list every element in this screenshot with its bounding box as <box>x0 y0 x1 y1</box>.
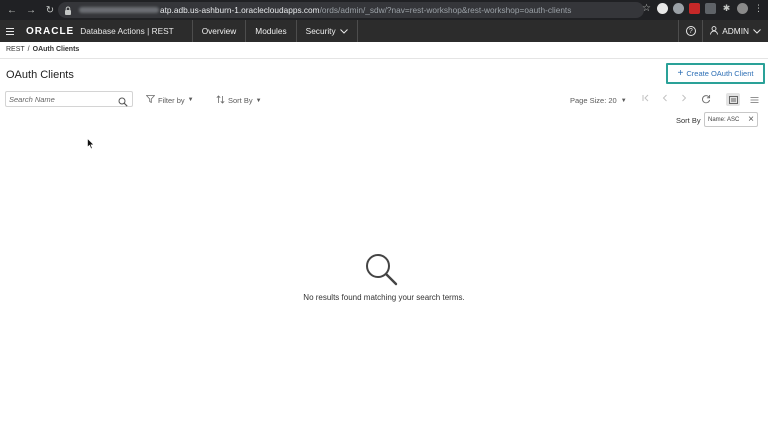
create-button-highlight: + Create OAuth Client <box>666 63 765 84</box>
extension-icon-4[interactable] <box>705 3 716 14</box>
sort-chip-label: Name: ASC <box>708 116 740 123</box>
hamburger-menu-icon[interactable] <box>6 27 20 35</box>
profile-avatar-icon[interactable] <box>737 3 748 14</box>
puzzle-icon[interactable]: ✱ <box>721 3 732 14</box>
help-icon: ? <box>685 26 696 36</box>
pagination-controls <box>642 94 688 104</box>
first-page-icon[interactable] <box>642 94 650 104</box>
sort-chip: Name: ASC × <box>704 112 758 127</box>
url-host: atp.adb.us-ashburn-1.oraclecloudapps.com <box>160 5 320 15</box>
tab-modules-label: Modules <box>255 26 287 36</box>
tab-security-label: Security <box>305 26 336 36</box>
header-divider <box>0 58 768 59</box>
page-size-label: Page Size: 20 <box>570 96 617 105</box>
card-view-toggle[interactable] <box>726 93 740 106</box>
sort-arrows-icon <box>216 95 225 106</box>
tab-security[interactable]: Security <box>295 20 358 42</box>
help-button[interactable]: ? <box>678 20 702 42</box>
more-vertical-icon[interactable]: ⋮ <box>753 3 764 14</box>
back-arrow-icon[interactable]: ← <box>5 3 19 17</box>
oracle-logo: ORACLE <box>26 25 75 37</box>
card-view-icon <box>728 91 738 109</box>
list-view-toggle[interactable] <box>747 93 761 106</box>
breadcrumb: REST / OAuth Clients <box>6 46 79 53</box>
tab-overview-label: Overview <box>201 26 237 36</box>
reload-icon[interactable]: ↻ <box>43 3 57 17</box>
tab-overview[interactable]: Overview <box>191 20 246 42</box>
next-page-icon[interactable] <box>680 94 688 104</box>
filter-by-label: Filter by <box>158 95 185 105</box>
search-field[interactable] <box>5 91 133 107</box>
forward-arrow-icon[interactable]: → <box>24 3 38 17</box>
previous-page-icon[interactable] <box>661 94 669 104</box>
create-oauth-client-label: Create OAuth Client <box>686 69 754 78</box>
chevron-down-icon <box>339 26 348 36</box>
product-name: Database Actions | REST <box>80 26 174 36</box>
extension-icon-1[interactable] <box>657 3 668 14</box>
address-bar[interactable]: atp.adb.us-ashburn-1.oraclecloudapps.com… <box>58 2 644 18</box>
create-oauth-client-button[interactable]: + Create OAuth Client <box>677 68 754 79</box>
search-input[interactable] <box>9 94 119 104</box>
extension-icon-2[interactable] <box>673 3 684 14</box>
bookmark-star-icon[interactable]: ☆ <box>641 3 652 14</box>
breadcrumb-current: OAuth Clients <box>32 46 80 53</box>
list-view-icon <box>750 91 759 109</box>
search-icon[interactable] <box>118 94 128 107</box>
plus-icon: + <box>677 68 684 79</box>
caret-down-icon: ▼ <box>187 97 194 103</box>
sort-by-applied-label: Sort By <box>676 116 701 125</box>
user-name: ADMIN <box>722 26 749 36</box>
sort-by-dropdown[interactable]: Sort By ▼ <box>216 95 262 106</box>
sort-by-label: Sort By <box>228 96 253 105</box>
extension-icon-3[interactable] <box>689 3 700 14</box>
url-redacted-prefix <box>79 7 159 13</box>
breadcrumb-rest-link[interactable]: REST <box>6 46 25 53</box>
magnifier-icon <box>363 252 403 288</box>
filter-icon <box>145 95 156 105</box>
mouse-pointer-icon <box>87 137 95 150</box>
filter-by-dropdown[interactable]: Filter by ▼ <box>145 95 194 105</box>
refresh-icon[interactable] <box>701 94 711 106</box>
close-icon[interactable]: × <box>748 114 754 125</box>
user-menu-button[interactable]: ADMIN <box>702 20 768 42</box>
browser-toolbar: ← → ↻ atp.adb.us-ashburn-1.oraclecloudap… <box>0 0 768 20</box>
page-size-dropdown[interactable]: Page Size: 20 ▼ <box>570 96 627 105</box>
empty-state-message: No results found matching your search te… <box>303 293 465 302</box>
caret-down-icon: ▼ <box>255 97 262 104</box>
app-header: ORACLE Database Actions | REST Overview … <box>0 20 768 42</box>
page-title: OAuth Clients <box>6 69 74 81</box>
user-icon <box>710 25 719 37</box>
url-path: /ords/admin/_sdw/?nav=rest-workshop&rest… <box>319 5 572 15</box>
tab-modules[interactable]: Modules <box>245 20 295 42</box>
lock-icon <box>64 6 73 15</box>
breadcrumb-separator: / <box>27 46 30 53</box>
chevron-down-icon <box>753 26 761 36</box>
caret-down-icon: ▼ <box>620 97 627 104</box>
